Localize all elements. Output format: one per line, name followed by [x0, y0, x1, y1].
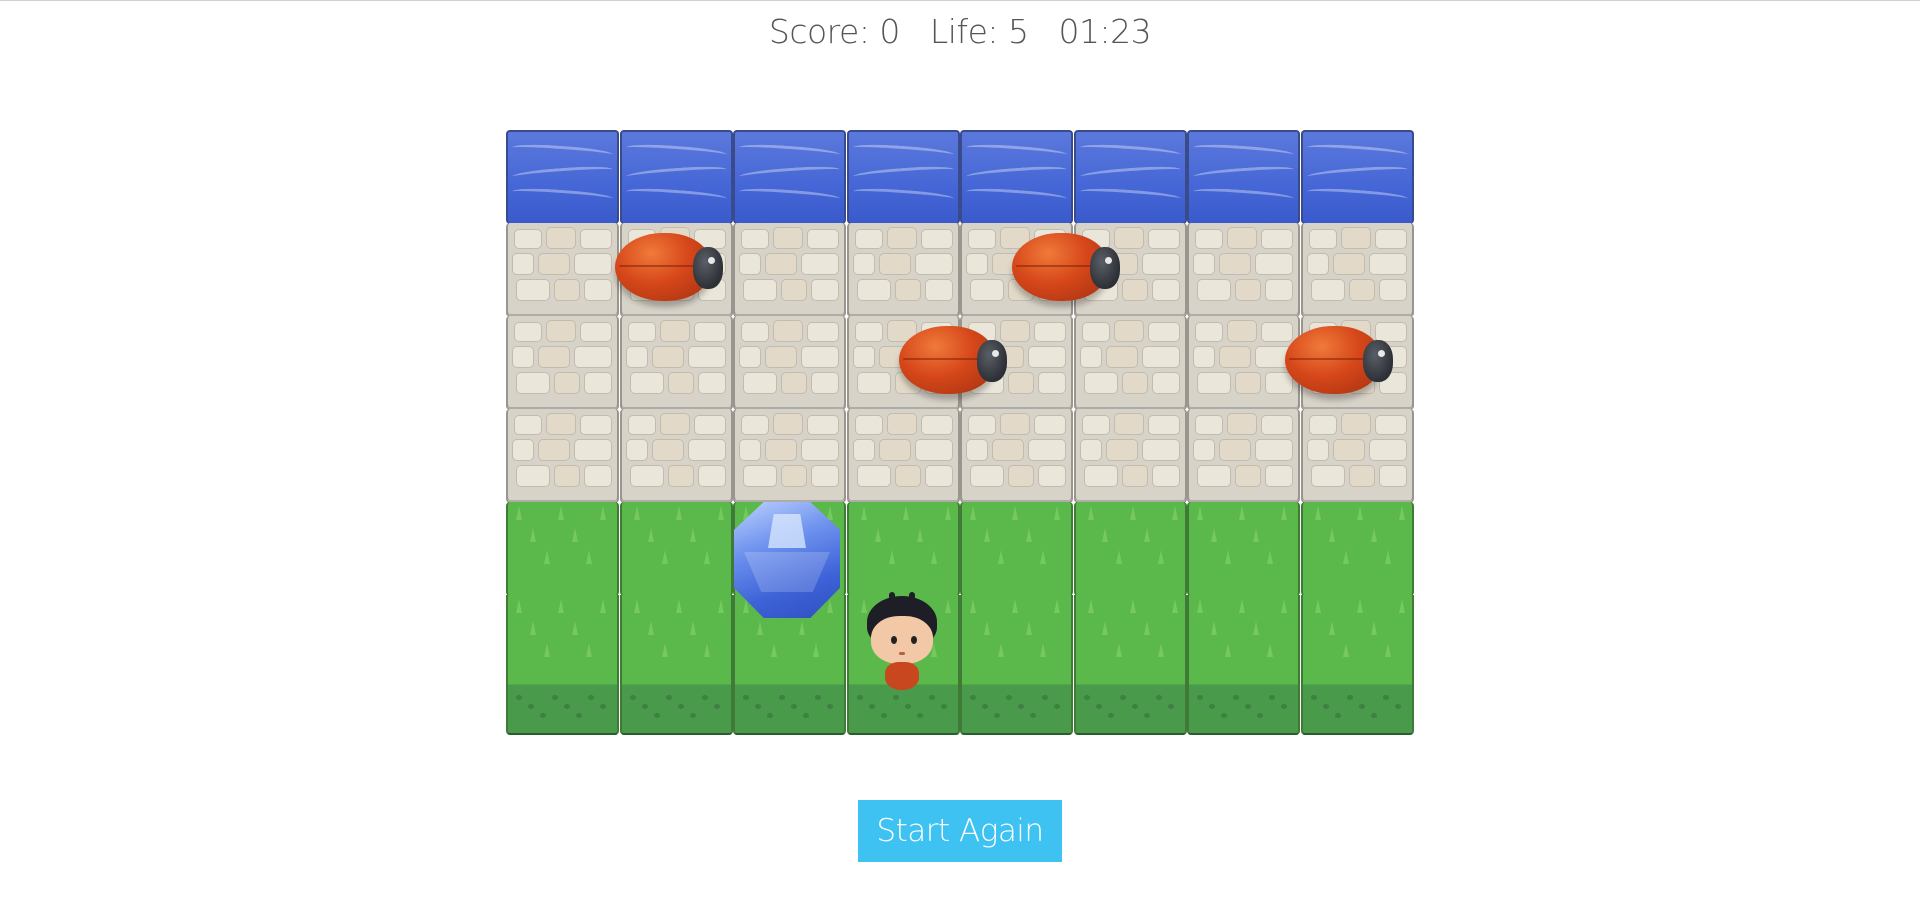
grass-tile — [506, 502, 619, 596]
grass-tile — [506, 595, 619, 735]
grass-tile — [619, 595, 733, 735]
stone-tile — [506, 316, 619, 410]
grass-tile — [1073, 502, 1187, 596]
life-display: Life: 5 — [929, 12, 1029, 51]
enemy-bug-icon — [897, 320, 1007, 400]
player-character — [861, 592, 941, 692]
stone-tile — [733, 316, 846, 410]
grass-tile — [960, 595, 1073, 735]
grass-tile — [846, 502, 960, 596]
grass-tile — [1187, 502, 1300, 596]
top-divider — [0, 0, 1920, 1]
stone-tile — [733, 223, 846, 317]
water-tile — [619, 130, 733, 224]
stone-tile — [733, 409, 846, 503]
stone-tile — [1073, 316, 1187, 410]
stone-tile — [1187, 223, 1300, 317]
grass-tile — [1300, 502, 1414, 596]
grass-tile — [1187, 595, 1300, 735]
stone-tile — [1300, 409, 1414, 503]
water-tile — [846, 130, 960, 224]
stone-tile — [619, 409, 733, 503]
game-hud: Score: 0 Life: 5 01:23 — [0, 12, 1920, 51]
blue-gem-icon — [732, 502, 844, 618]
stone-tile — [1187, 409, 1300, 503]
stone-tile — [960, 409, 1073, 503]
enemy-bug-icon — [1010, 227, 1121, 307]
water-tile — [1073, 130, 1187, 224]
stone-tile — [1073, 409, 1187, 503]
grass-tile — [1073, 595, 1187, 735]
enemy-bug-icon — [1283, 320, 1393, 400]
stone-tile — [506, 223, 619, 317]
grass-tile — [619, 502, 733, 596]
grass-tile — [960, 502, 1073, 596]
water-tile — [960, 130, 1073, 224]
stone-tile — [846, 409, 960, 503]
timer-display: 01:23 — [1058, 12, 1152, 51]
water-tile — [733, 130, 846, 224]
stone-tile — [619, 316, 733, 410]
game-board[interactable] — [506, 130, 1414, 736]
stone-tile — [1300, 223, 1414, 317]
score-display: Score: 0 — [768, 12, 901, 51]
stone-tile — [506, 409, 619, 503]
grass-tile — [1300, 595, 1414, 735]
water-tile — [1187, 130, 1300, 224]
start-again-button[interactable]: Start Again — [858, 800, 1062, 862]
enemy-bug-icon — [613, 227, 723, 307]
stone-tile — [846, 223, 960, 317]
water-tile — [506, 130, 619, 224]
water-tile — [1300, 130, 1414, 224]
